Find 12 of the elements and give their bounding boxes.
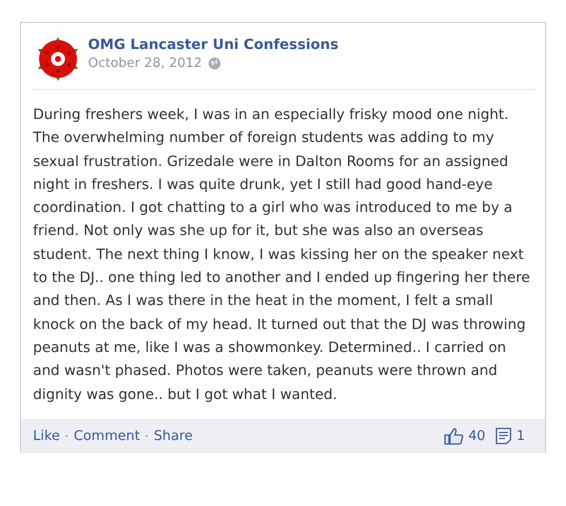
separator-dot: · (144, 428, 149, 443)
thumbs-up-icon[interactable] (444, 426, 464, 445)
comment-icon[interactable] (495, 426, 512, 445)
comment-count: 1 (516, 428, 525, 444)
author-link[interactable]: OMG Lancaster Uni Confessions (88, 37, 338, 53)
action-link[interactable]: Like (33, 428, 60, 444)
action-link[interactable]: Comment (74, 428, 140, 444)
post-text: During freshers week, I was in an especially frisky mood one night. The overwhelming number of foreign students was adding to my sexual frustration. Grizedale were in Dalton Rooms for an assigned night in freshers. I was quite drunk, yet I still had good hand-eye coordination. I got chatting to a girl who was introduced to me by a friend. Not only was she up for it, but she was also an overseas student. The next thing I know, I was kissing her on the speaker next to the DJ.. one thing led to another and I ended up fingering her there and then. As I was there in the heat in the moment, I felt a small knock on the back of my head. It turned out that the DJ was throwing peanuts at me, like I was a showmonkey. Determined.. I carried on and wasn't phased. Photos were taken, peanuts were thrown and dignity was gone.. but I got what I wanted. (33, 106, 531, 405)
like-count: 40 (468, 428, 486, 444)
separator-dot: · (64, 428, 69, 443)
action-link[interactable]: Share (154, 428, 193, 444)
post-date: October 28, 2012 (88, 56, 202, 71)
